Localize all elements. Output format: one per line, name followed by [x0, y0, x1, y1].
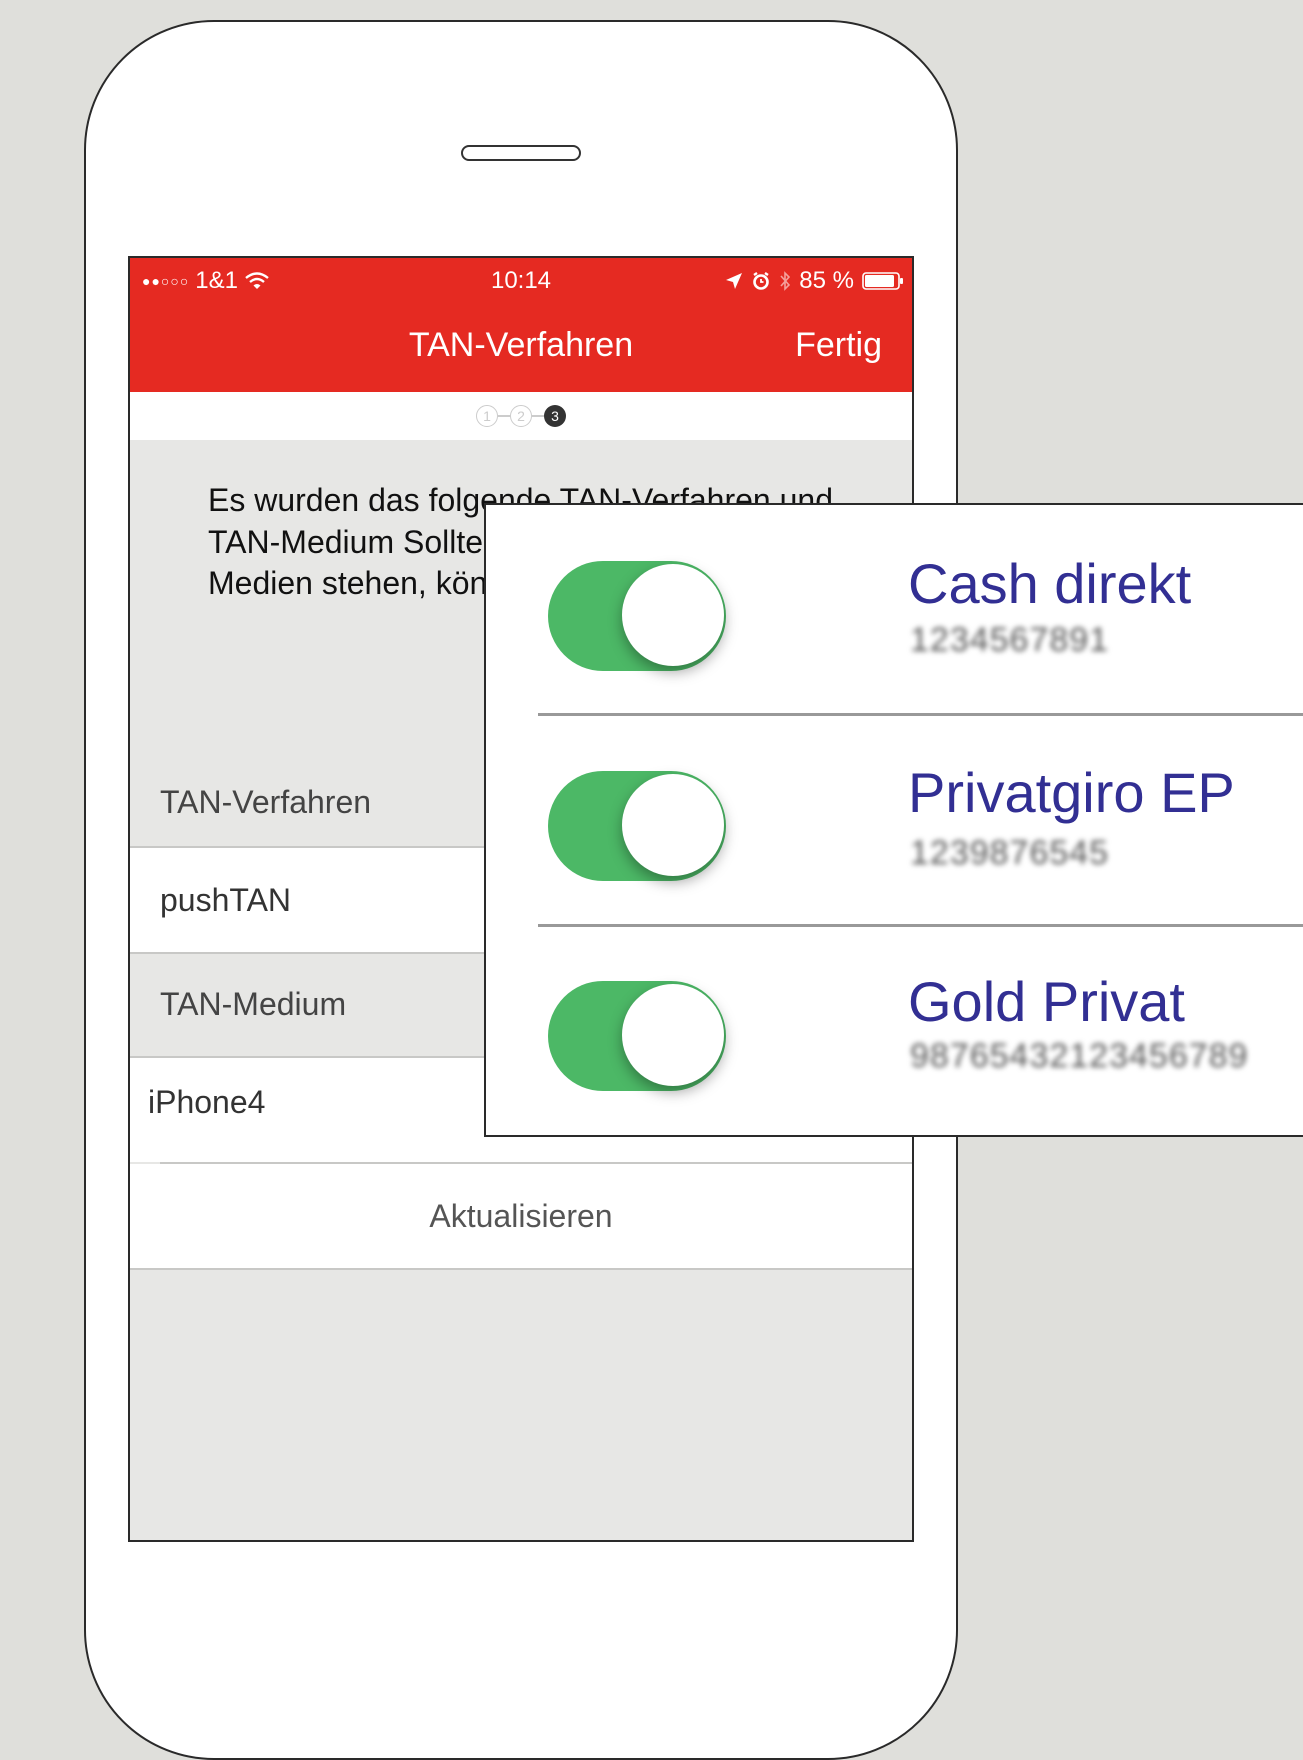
- steps: 1 2 3: [476, 405, 566, 427]
- separator: [130, 1268, 912, 1270]
- nav-bar: ●●○○○ 1&1 10:14 85 % TAN-Verfahren Ferti…: [130, 258, 912, 392]
- account-name: Gold Privat: [908, 970, 1185, 1033]
- step-connector: [532, 415, 544, 417]
- tan-method-value: pushTAN: [160, 882, 292, 918]
- alarm-icon: [753, 272, 770, 290]
- account-name: Privatgiro EP: [908, 761, 1235, 824]
- battery-icon: [862, 272, 903, 290]
- bluetooth-icon: [780, 271, 791, 291]
- done-button[interactable]: Fertig: [795, 326, 882, 365]
- account-toggle[interactable]: [548, 771, 726, 881]
- toggle-knob: [622, 984, 724, 1086]
- refresh-button[interactable]: Aktualisieren: [130, 1164, 912, 1268]
- location-arrow-icon: [726, 273, 743, 289]
- step-3: 3: [544, 405, 566, 427]
- toggle-knob: [622, 774, 724, 876]
- section-header-label: TAN-Medium: [160, 986, 347, 1022]
- account-row: Gold Privat 98765432123456789: [486, 927, 1303, 1135]
- account-row: Privatgiro EP 1239876545: [486, 716, 1303, 924]
- status-indicators: 85 %: [725, 267, 904, 295]
- account-toggle[interactable]: [548, 981, 726, 1091]
- toggle-knob: [622, 564, 724, 666]
- phone-speaker: [461, 145, 581, 161]
- account-toggle[interactable]: [548, 561, 726, 671]
- step-2: 2: [510, 405, 532, 427]
- account-name: Cash direkt: [908, 552, 1192, 615]
- step-1: 1: [476, 405, 498, 427]
- step-indicator: 1 2 3: [130, 392, 912, 440]
- status-bar: ●●○○○ 1&1 10:14 85 %: [130, 258, 912, 302]
- section-header-label: TAN-Verfahren: [160, 784, 372, 820]
- tan-medium-value: iPhone4: [148, 1084, 266, 1120]
- accounts-popup: Cash direkt 1234567891 Privatgiro EP 123…: [484, 503, 1303, 1137]
- step-connector: [498, 415, 510, 417]
- account-row: Cash direkt 1234567891: [486, 505, 1303, 713]
- account-number: 1234567891: [910, 621, 1110, 659]
- account-number: 98765432123456789: [910, 1037, 1249, 1075]
- battery-percent: 85 %: [799, 267, 854, 294]
- account-number: 1239876545: [910, 834, 1110, 872]
